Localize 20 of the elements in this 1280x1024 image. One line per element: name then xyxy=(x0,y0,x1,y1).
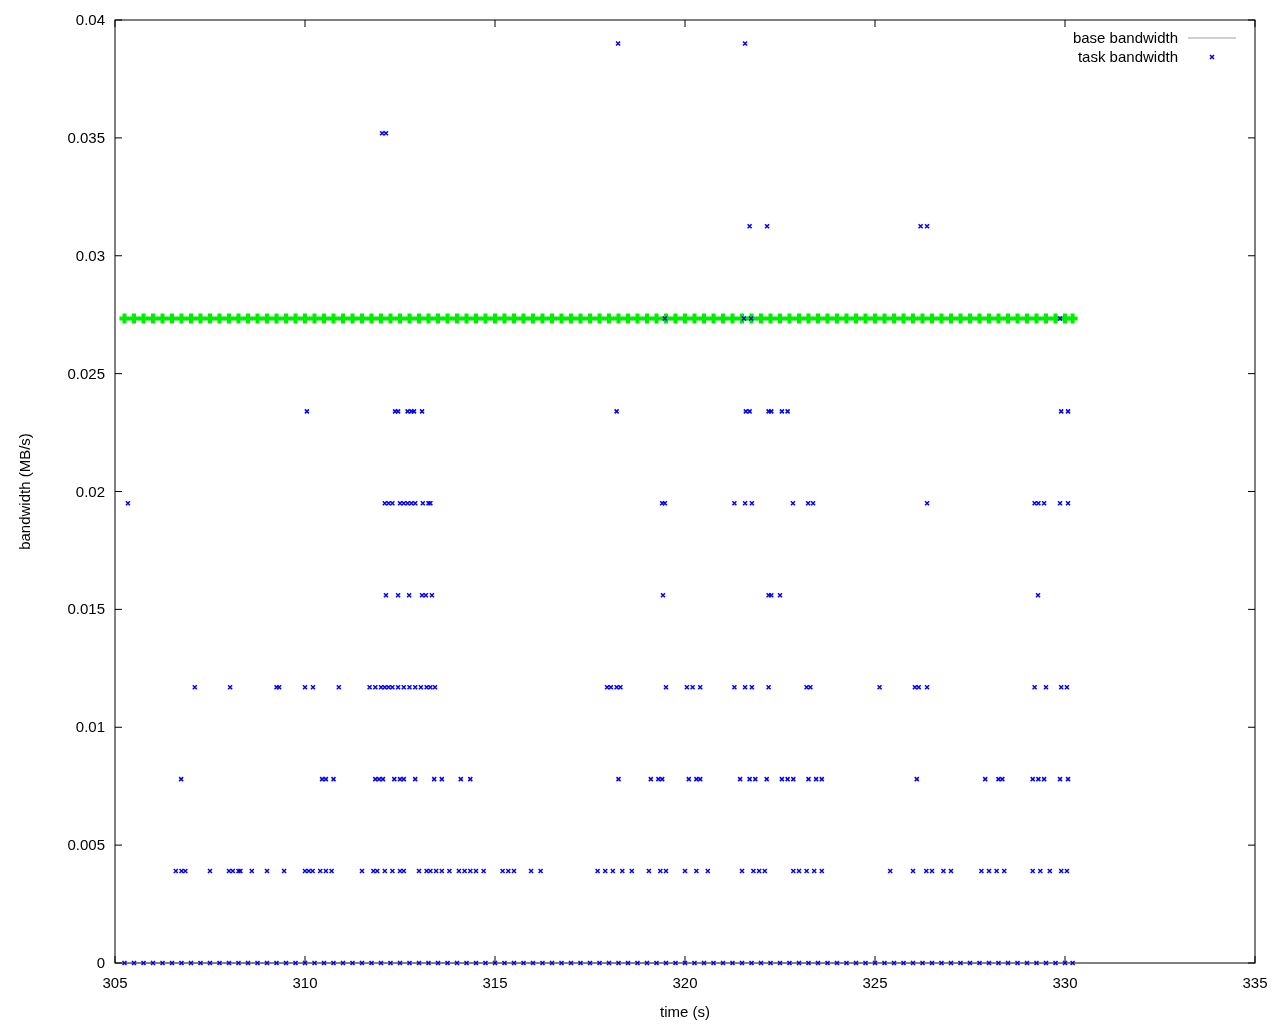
y-tick-label: 0.015 xyxy=(67,600,105,618)
x-tick-label: 330 xyxy=(1052,974,1078,991)
x-tick-label: 325 xyxy=(862,974,888,991)
y-tick-label: 0.035 xyxy=(67,128,105,146)
y-tick-label: 0.04 xyxy=(75,11,105,28)
legend-label: task bandwidth xyxy=(1077,48,1178,65)
legend-label: base bandwidth xyxy=(1072,29,1178,46)
y-tick-label: 0.025 xyxy=(67,364,105,382)
x-tick-label: 335 xyxy=(1242,974,1268,991)
x-tick-label: 305 xyxy=(102,974,128,991)
y-axis-title: bandwidth (MB/s) xyxy=(16,433,33,550)
x-tick-label: 310 xyxy=(292,974,318,991)
y-tick-label: 0.005 xyxy=(67,836,105,854)
x-tick-label: 320 xyxy=(672,974,698,991)
x-axis-title: time (s) xyxy=(660,1003,710,1020)
y-tick-label: 0.03 xyxy=(75,246,105,264)
x-tick-label: 315 xyxy=(482,974,508,991)
y-tick-label: 0 xyxy=(96,954,105,971)
y-tick-label: 0.01 xyxy=(75,718,105,736)
y-tick-label: 0.02 xyxy=(75,482,105,500)
